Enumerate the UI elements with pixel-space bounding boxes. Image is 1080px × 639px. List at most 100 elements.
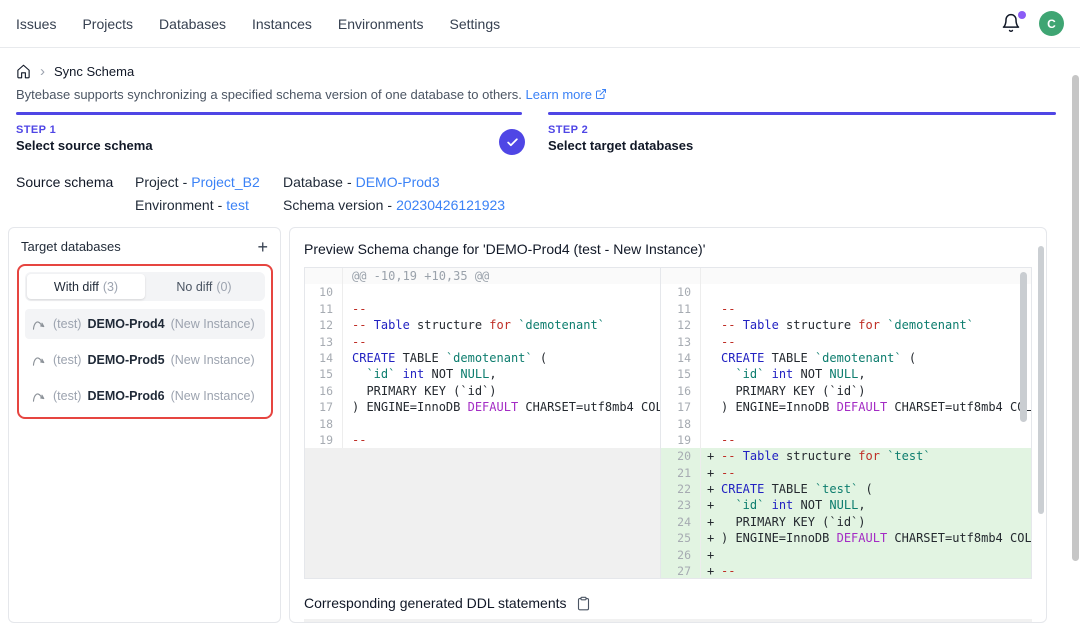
- diff-line: 23+ `id` int NOT NULL,: [661, 497, 1031, 513]
- diff-line: 21+--: [661, 465, 1031, 481]
- database-name: DEMO-Prod5: [87, 353, 164, 367]
- diff-line: 19--: [305, 432, 660, 448]
- line-number: [661, 268, 701, 284]
- diff-line: 16 PRIMARY KEY (`id`): [305, 383, 660, 399]
- external-link-icon[interactable]: [592, 87, 607, 102]
- line-number: 25: [661, 530, 701, 546]
- code-text: [719, 268, 1031, 284]
- code-text: -- Table structure for `demotenant`: [719, 317, 1031, 333]
- line-number: 26: [661, 547, 701, 563]
- nav-item-projects[interactable]: Projects: [82, 16, 133, 32]
- diff-editor[interactable]: @@ -10,19 +10,35 @@1011--12-- Table stru…: [304, 267, 1032, 579]
- copy-icon[interactable]: [576, 596, 591, 611]
- line-number: 15: [305, 366, 343, 382]
- diff-add-marker: [701, 301, 719, 317]
- tab-with-diff[interactable]: With diff (3): [27, 274, 145, 299]
- line-number: 18: [661, 416, 701, 432]
- database-item-demo-prod6[interactable]: (test) DEMO-Prod6 (New Instance): [25, 381, 265, 411]
- code-text: --: [719, 334, 1031, 350]
- diff-line: 12-- Table structure for `demotenant`: [305, 317, 660, 333]
- database-instance-suffix: (New Instance): [171, 389, 255, 403]
- code-text: ) ENGINE=InnoDB DEFAULT CHARSET=utf8mb4 …: [719, 399, 1031, 415]
- code-text: PRIMARY KEY (`id`): [719, 383, 1031, 399]
- line-number: 22: [661, 481, 701, 497]
- source-schema-summary: Source schema Project-Project_B2 Environ…: [16, 174, 1064, 213]
- code-text: -- Table structure for `demotenant`: [343, 317, 660, 333]
- tab-no-diff[interactable]: No diff (0): [145, 274, 263, 299]
- diff-line: 17) ENGINE=InnoDB DEFAULT CHARSET=utf8mb…: [305, 399, 660, 415]
- learn-more-link[interactable]: Learn more: [525, 87, 591, 102]
- project-link[interactable]: Project_B2: [191, 174, 259, 190]
- database-instance-suffix: (New Instance): [171, 317, 255, 331]
- code-text: --: [343, 432, 660, 448]
- diff-add-marker: +: [701, 563, 719, 578]
- diff-add-marker: [701, 334, 719, 350]
- database-item-demo-prod4[interactable]: (test) DEMO-Prod4 (New Instance): [25, 309, 265, 339]
- schema-version-link[interactable]: 20230426121923: [396, 197, 505, 213]
- diff-add-marker: +: [701, 465, 719, 481]
- main-content: Target databases + With diff (3) No diff…: [0, 227, 1080, 623]
- diff-hunk-header-row: [661, 268, 1031, 284]
- separator: -: [218, 197, 223, 213]
- nav-item-settings[interactable]: Settings: [450, 16, 501, 32]
- page-scrollbar[interactable]: [1072, 75, 1079, 561]
- step-1[interactable]: STEP 1 Select source schema: [16, 112, 522, 162]
- ddl-footer: Corresponding generated DDL statements: [304, 595, 1032, 611]
- home-icon[interactable]: [16, 64, 31, 79]
- diff-line: 15 `id` int NOT NULL,: [661, 366, 1031, 382]
- ddl-statements-label: Corresponding generated DDL statements: [304, 595, 567, 611]
- step-1-label: STEP 1: [16, 124, 522, 136]
- source-schema-version-row: Schema version-20230426121923: [283, 197, 505, 213]
- add-target-database-button[interactable]: +: [257, 240, 268, 254]
- database-label: Database: [283, 174, 343, 190]
- code-text: --: [343, 334, 660, 350]
- diff-add-marker: [701, 366, 719, 382]
- step-2-bar: [548, 112, 1056, 115]
- line-number: 15: [661, 366, 701, 382]
- panel-scrollbar[interactable]: [1038, 246, 1044, 514]
- line-number: 10: [661, 284, 701, 300]
- tab-no-diff-label: No diff: [176, 280, 212, 294]
- database-item-demo-prod5[interactable]: (test) DEMO-Prod5 (New Instance): [25, 345, 265, 375]
- line-number: 21: [661, 465, 701, 481]
- diff-line: 10: [661, 284, 1031, 300]
- nav-item-issues[interactable]: Issues: [16, 16, 56, 32]
- line-number: 19: [305, 432, 343, 448]
- ddl-editor-edge: [304, 619, 1032, 622]
- line-number: 11: [305, 301, 343, 317]
- editor-scrollbar[interactable]: [1020, 272, 1027, 422]
- nav-item-instances[interactable]: Instances: [252, 16, 312, 32]
- nav-item-databases[interactable]: Databases: [159, 16, 226, 32]
- diff-line: 18: [661, 416, 1031, 432]
- code-text: --: [719, 465, 1031, 481]
- step-2[interactable]: STEP 2 Select target databases: [548, 112, 1056, 162]
- code-text: CREATE TABLE `test` (: [719, 481, 1031, 497]
- environment-label: Environment: [135, 197, 214, 213]
- code-text: [343, 416, 660, 432]
- code-text: --: [719, 432, 1031, 448]
- diff-line: 19--: [661, 432, 1031, 448]
- diff-line: 20+-- Table structure for `test`: [661, 448, 1031, 464]
- line-number: [305, 268, 343, 284]
- step-indicator: STEP 1 Select source schema STEP 2 Selec…: [16, 112, 1056, 162]
- avatar[interactable]: C: [1039, 11, 1064, 36]
- notification-bell-icon[interactable]: [1001, 13, 1023, 35]
- database-link[interactable]: DEMO-Prod3: [356, 174, 440, 190]
- line-number: 18: [305, 416, 343, 432]
- environment-link[interactable]: test: [226, 197, 249, 213]
- nav-item-environments[interactable]: Environments: [338, 16, 424, 32]
- tab-no-diff-count: (0): [216, 280, 231, 294]
- diff-line: 14CREATE TABLE `demotenant` (: [661, 350, 1031, 366]
- separator: -: [183, 174, 188, 190]
- diff-empty-filler: [305, 448, 660, 578]
- code-text: PRIMARY KEY (`id`): [719, 514, 1031, 530]
- intro-text: Bytebase supports synchronizing a specif…: [0, 79, 1080, 102]
- code-text: -- Table structure for `test`: [719, 448, 1031, 464]
- line-number: 10: [305, 284, 343, 300]
- database-environment: (test): [53, 317, 81, 331]
- schema-version-label: Schema version: [283, 197, 383, 213]
- breadcrumb: › Sync Schema: [0, 48, 1080, 79]
- project-label: Project: [135, 174, 179, 190]
- line-number: 27: [661, 563, 701, 578]
- step-check-icon: [499, 129, 525, 155]
